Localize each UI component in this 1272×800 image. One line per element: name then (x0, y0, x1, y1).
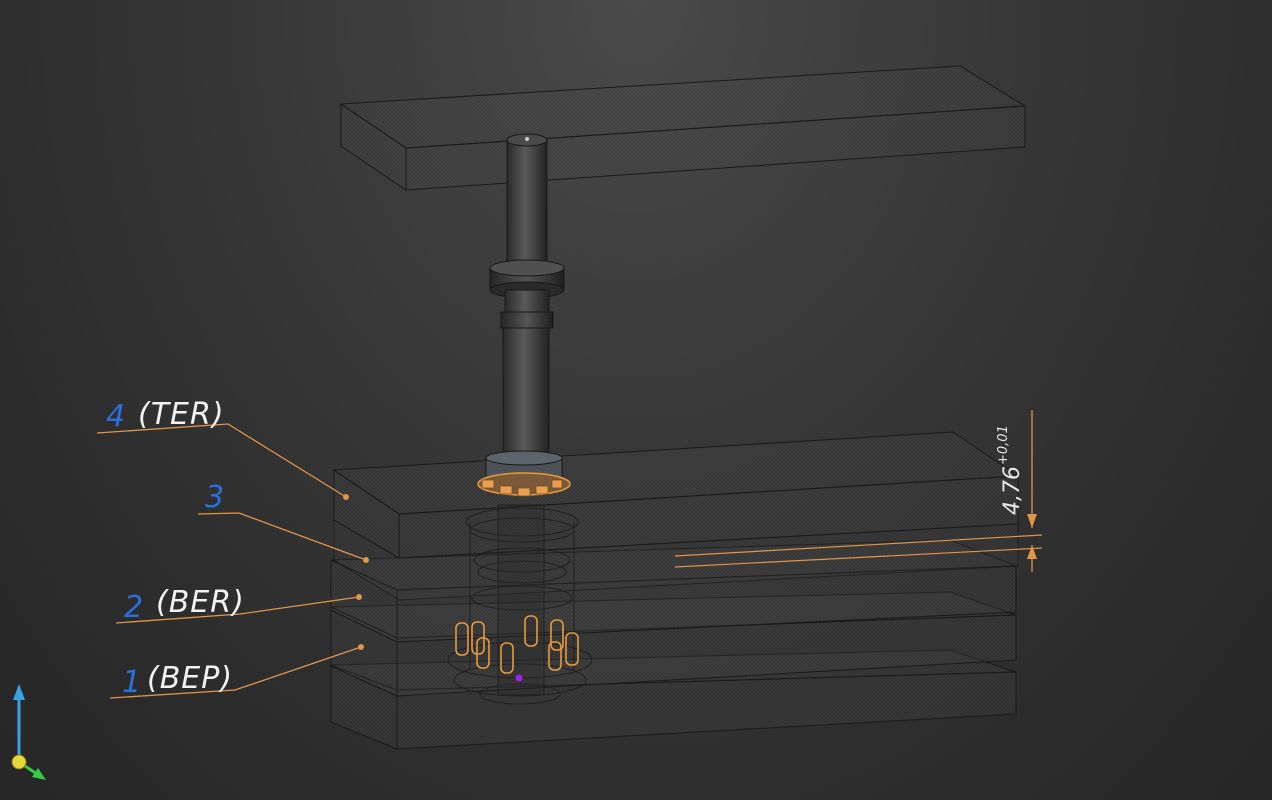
callout-1-number: 1 (122, 665, 141, 700)
callout-2[interactable]: 2 (BER) (124, 585, 245, 625)
coordinate-triad-icon[interactable] (11, 684, 46, 780)
callout-2-tag: (BER) (156, 585, 245, 620)
callout-leaders (96, 423, 369, 699)
callout-3-number: 3 (205, 480, 224, 515)
callout-1-tag: (BEP) (147, 661, 233, 696)
dimension-value: 4,76 (1000, 466, 1025, 515)
leader-1-dot (358, 644, 364, 650)
leader-4-dot (343, 494, 349, 500)
leader-2-dot (356, 594, 362, 600)
top-plate[interactable] (339, 65, 1027, 191)
callout-3[interactable]: 3 (205, 480, 224, 515)
shaft-assembly[interactable] (477, 133, 571, 497)
callout-4-tag: (TER) (138, 397, 225, 432)
leader-3-dot (363, 557, 369, 563)
callout-1[interactable]: 1 (BEP) (122, 661, 233, 700)
callout-2-number: 2 (124, 590, 143, 625)
assembly-scene: 4,76 +0,01 4 (TER) 3 2 (BER) 1 (BEP) (11, 65, 1043, 780)
callout-4-number: 4 (106, 399, 125, 434)
plate-stack (330, 431, 1020, 750)
callout-4[interactable]: 4 (TER) (106, 397, 225, 434)
origin-marker (515, 674, 523, 682)
dimension-tolerance: +0,01 (996, 425, 1011, 465)
cad-viewport[interactable]: 4,76 +0,01 4 (TER) 3 2 (BER) 1 (BEP) (0, 0, 1272, 800)
